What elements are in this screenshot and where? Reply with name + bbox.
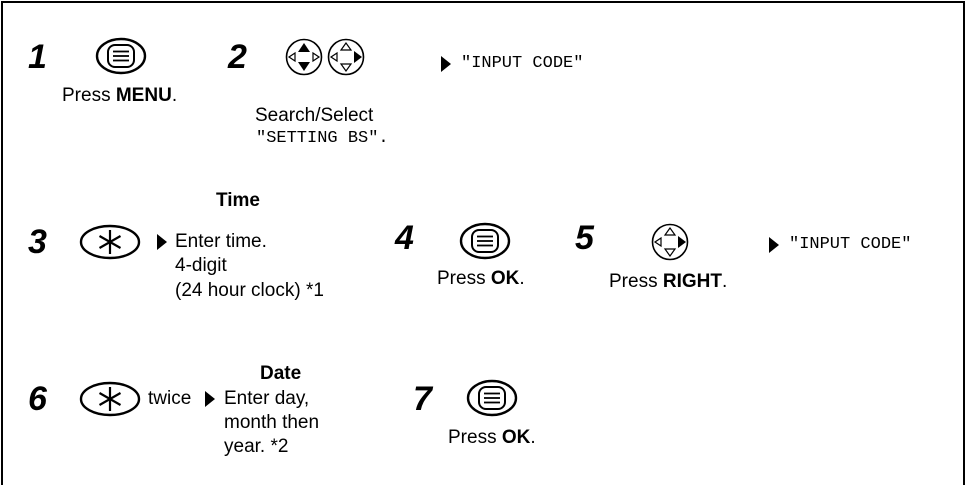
step-2-text: Search/Select: [255, 105, 374, 126]
navigation-pad-right-icon: [651, 223, 689, 261]
step-4-text: Press OK.: [437, 268, 525, 289]
step-6-line-1: Enter day,: [224, 388, 310, 409]
arrow-right-icon: [769, 237, 779, 253]
step-6-line-3: year. *2: [224, 436, 289, 457]
step-3-number: 3: [28, 223, 47, 261]
menu-button-icon: [459, 222, 511, 260]
step-5-number: 5: [575, 219, 594, 257]
step-2-number: 2: [228, 38, 247, 76]
twice-label: twice: [148, 388, 192, 409]
asterisk-key-icon: [78, 380, 142, 418]
date-heading: Date: [260, 363, 302, 384]
arrow-right-icon: [205, 391, 215, 407]
time-heading: Time: [216, 190, 261, 211]
step-3-line-2: 4-digit: [175, 255, 227, 276]
menu-button-icon: [466, 379, 518, 417]
arrow-right-icon: [157, 234, 167, 250]
asterisk-key-icon: [78, 223, 142, 261]
step-6-number: 6: [28, 380, 47, 418]
step-7-number: 7: [413, 380, 432, 418]
step-6-line-2: month then: [224, 412, 320, 433]
step-5-text: Press RIGHT.: [609, 271, 728, 292]
step-5-result: "INPUT CODE": [789, 235, 912, 254]
step-2-target-text: "SETTING BS".: [256, 129, 389, 148]
step-3-line-1: Enter time.: [175, 231, 267, 252]
menu-button-icon: [95, 37, 147, 75]
step-3-line-3: (24 hour clock) *1: [175, 280, 324, 301]
arrow-right-icon: [441, 56, 451, 72]
step-2-result: "INPUT CODE": [461, 54, 584, 73]
navigation-pad-up-down-icon: [285, 38, 365, 76]
step-7-text: Press OK.: [448, 427, 536, 448]
step-1-number: 1: [28, 38, 47, 76]
step-4-number: 4: [395, 219, 414, 257]
step-1-text: Press MENU.: [62, 85, 178, 106]
